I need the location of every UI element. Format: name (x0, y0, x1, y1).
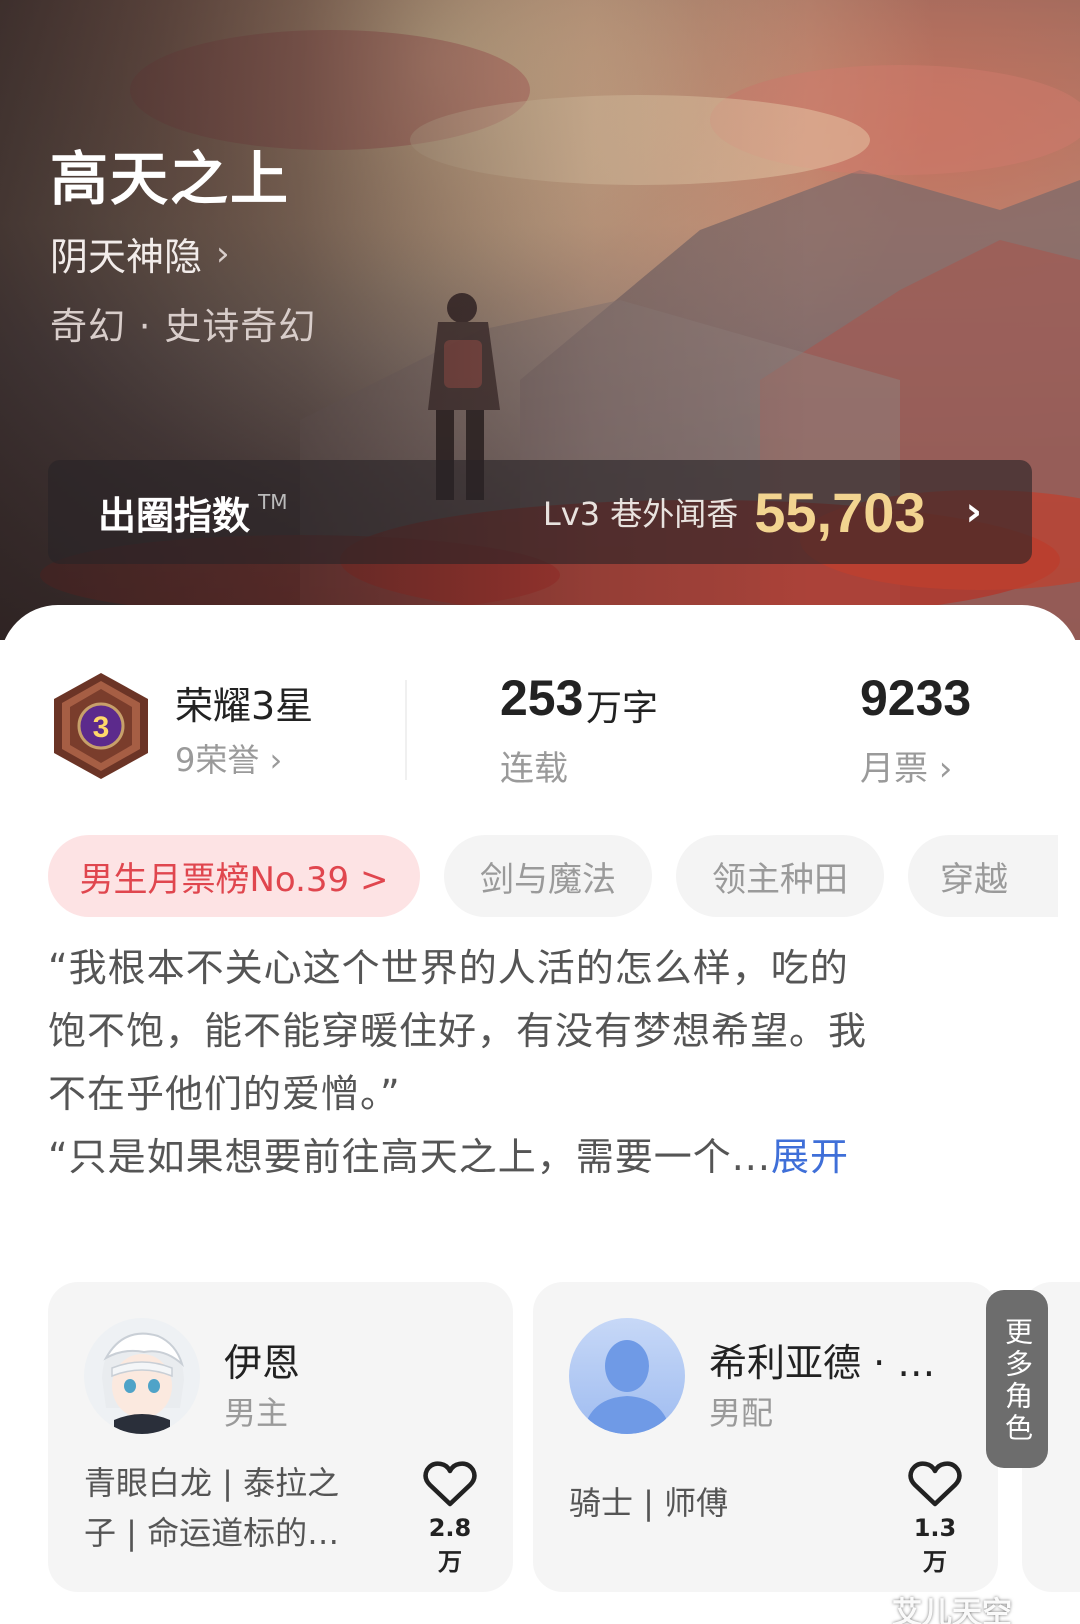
character-role: 男配 (709, 1394, 774, 1432)
author-name: 阴天神隐 (50, 235, 203, 279)
synopsis-text[interactable]: “我根本不关心这个世界的人活的怎么样，吃的 饱不饱，能不能穿暖住好，有没有梦想希… (48, 937, 1008, 1189)
heart-icon (423, 1461, 477, 1507)
trademark-mark: TM (258, 490, 288, 514)
more-roles-label: 更多角色 (1001, 1317, 1034, 1445)
badge-number: 3 (93, 711, 110, 744)
default-avatar-icon (569, 1318, 685, 1434)
monthly-votes-link[interactable]: 月票 › (860, 741, 952, 790)
expand-link[interactable]: 展开 (771, 1135, 849, 1179)
book-title: 高天之上 (50, 145, 291, 213)
chevron-right-icon: › (216, 233, 230, 274)
honor-link[interactable]: 9荣誉 › (175, 735, 282, 781)
like-button[interactable]: 1.3万 (903, 1460, 967, 1577)
tag-row: 男生月票榜No.39 > 剑与魔法 领主种田 穿越 (48, 835, 1080, 919)
character-desc-line: 青眼白龙 | 泰拉之 (84, 1464, 340, 1502)
like-count: 1.3万 (913, 1514, 957, 1576)
index-level: Lv3 巷外闻香 (542, 495, 739, 533)
synopsis-line: 不在乎他们的爱憎。” (48, 1072, 401, 1116)
stats-row: 3 荣耀3星 9荣誉 › 253 万字 连载 9233 月票 › (0, 665, 1080, 789)
popularity-index-bar[interactable]: 出圈指数 TM Lv3 巷外闻香 55,703 › (48, 460, 1032, 564)
character-name: 希利亚德 · … (709, 1341, 936, 1385)
heart-icon (908, 1461, 962, 1507)
author-link[interactable]: 阴天神隐 › (50, 226, 230, 281)
watermark: 艾儿天空 (892, 1596, 1012, 1624)
index-label: 出圈指数 (98, 493, 251, 538)
character-desc: 骑士 | 师傅 (569, 1478, 859, 1528)
character-desc-line: 子 | 命运道标的… (84, 1514, 340, 1552)
like-button[interactable]: 2.8万 (418, 1460, 482, 1577)
honor-badge-icon: 3 (54, 673, 148, 779)
genre-label: 奇幻 · 史诗奇幻 (50, 305, 317, 348)
tag-chip[interactable]: 剑与魔法 (444, 835, 652, 917)
more-roles-button[interactable]: 更多角色 (986, 1290, 1048, 1468)
character-name: 伊恩 (224, 1341, 301, 1385)
character-desc: 青眼白龙 | 泰拉之 子 | 命运道标的… (84, 1458, 374, 1558)
character-card[interactable]: 伊恩 男主 青眼白龙 | 泰拉之 子 | 命运道标的… 2.8万 (48, 1282, 513, 1592)
character-desc-line: 骑士 | 师傅 (569, 1484, 729, 1522)
tag-chip[interactable]: 穿越 (908, 835, 1058, 917)
index-value: 55,703 (754, 480, 926, 544)
like-count: 2.8万 (428, 1514, 472, 1576)
divider (405, 680, 407, 780)
word-count-number: 253 (500, 670, 584, 726)
anime-avatar-icon (84, 1318, 200, 1434)
character-card[interactable]: 希利亚德 · … 男配 骑士 | 师傅 1.3万 (533, 1282, 998, 1592)
synopsis-line: “只是如果想要前往高天之上，需要一个... (48, 1135, 771, 1179)
synopsis-last-line: “只是如果想要前往高天之上，需要一个...展开 (48, 1126, 1008, 1189)
rank-tag[interactable]: 男生月票榜No.39 > (48, 835, 420, 917)
synopsis-line: 饱不饱，能不能穿暖住好，有没有梦想希望。我 (48, 1009, 868, 1053)
book-info-card: 3 荣耀3星 9荣誉 › 253 万字 连载 9233 月票 › 男生月票榜No… (0, 605, 1080, 1624)
synopsis-line: “我根本不关心这个世界的人活的怎么样，吃的 (48, 946, 849, 990)
honor-title: 荣耀3星 (175, 684, 314, 728)
tag-chip[interactable]: 领主种田 (676, 835, 884, 917)
serial-status-label: 连载 (500, 749, 568, 789)
word-count-unit: 万字 (586, 688, 659, 729)
hero-banner: 高天之上 阴天神隐 › 奇幻 · 史诗奇幻 出圈指数 TM Lv3 巷外闻香 5… (0, 0, 1080, 640)
monthly-votes-number: 9233 (860, 670, 972, 726)
character-role: 男主 (224, 1394, 289, 1432)
chevron-right-icon: › (965, 489, 982, 535)
